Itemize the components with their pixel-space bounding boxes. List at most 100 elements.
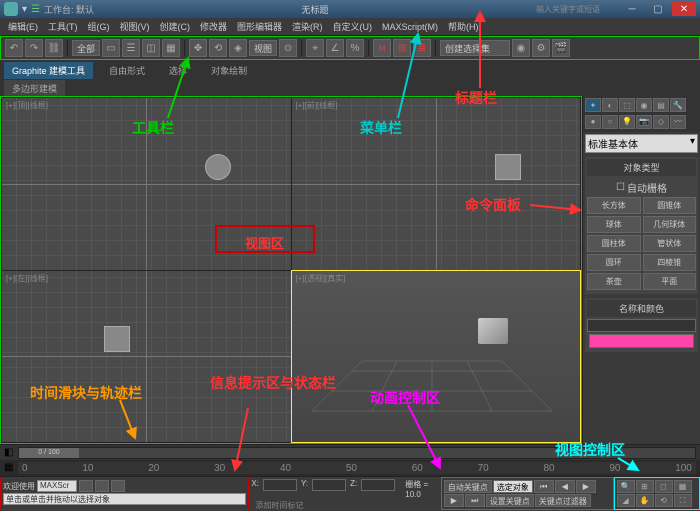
- mirror-icon[interactable]: ᴍ: [373, 39, 391, 57]
- coord-z-input[interactable]: [361, 479, 395, 491]
- viewport-front[interactable]: [+][前][线框]: [292, 98, 581, 270]
- vp-left-label[interactable]: [+][左][线框]: [6, 273, 48, 284]
- menu-view[interactable]: 视图(V): [116, 20, 154, 33]
- menu-render[interactable]: 渲染(R): [288, 20, 327, 33]
- maximize-button[interactable]: ▢: [646, 2, 670, 16]
- cmdtab-motion-icon[interactable]: ◉: [636, 98, 652, 112]
- tab-objectpaint[interactable]: 对象绘制: [203, 62, 255, 79]
- object-teapot[interactable]: [478, 318, 508, 344]
- btn-cylinder[interactable]: 圆柱体: [587, 235, 641, 252]
- btn-geosphere[interactable]: 几何球体: [643, 216, 697, 233]
- object-teapot[interactable]: [104, 326, 130, 352]
- ribbon-polymodel[interactable]: 多边形建模: [4, 80, 65, 97]
- cmdtab-utilities-icon[interactable]: 🔧: [670, 98, 686, 112]
- maximize-vp-icon[interactable]: ⛶: [674, 494, 692, 507]
- align-icon[interactable]: ⊞: [393, 39, 411, 57]
- cmdtab-display-icon[interactable]: ▤: [653, 98, 669, 112]
- subtab-spacewarps-icon[interactable]: 〰: [670, 115, 686, 129]
- select-region-icon[interactable]: ◫: [142, 39, 160, 57]
- subtab-helpers-icon[interactable]: ◇: [653, 115, 669, 129]
- object-name-input[interactable]: [587, 319, 696, 332]
- fov-icon[interactable]: ◢: [617, 494, 635, 507]
- coord-x-input[interactable]: [263, 479, 297, 491]
- goto-start-icon[interactable]: ⏮: [534, 480, 554, 493]
- selection-filter-dropdown[interactable]: 全部: [72, 40, 100, 56]
- minimize-button[interactable]: ─: [620, 2, 644, 16]
- zoom-icon[interactable]: 🔍: [617, 480, 635, 493]
- subtab-lights-icon[interactable]: 💡: [619, 115, 635, 129]
- window-crossing-icon[interactable]: ▦: [162, 39, 180, 57]
- rotate-icon[interactable]: ⟲: [209, 39, 227, 57]
- scale-icon[interactable]: ◈: [229, 39, 247, 57]
- cmdtab-hierarchy-icon[interactable]: ⬚: [619, 98, 635, 112]
- menu-modifiers[interactable]: 修改器: [196, 20, 231, 33]
- angle-snap-icon[interactable]: ∠: [326, 39, 344, 57]
- maxscript-mini[interactable]: MAXScr: [37, 480, 77, 492]
- object-teapot[interactable]: [495, 154, 521, 180]
- select-icon[interactable]: ▭: [102, 39, 120, 57]
- btn-box[interactable]: 长方体: [587, 197, 641, 214]
- menu-edit[interactable]: 编辑(E): [4, 20, 42, 33]
- viewport-top[interactable]: [+][顶][线框]: [2, 98, 291, 270]
- named-selection-dropdown[interactable]: 创建选择集: [440, 40, 510, 56]
- selected-dropdown[interactable]: 选定对象: [493, 480, 533, 493]
- layers-icon[interactable]: ≣: [413, 39, 431, 57]
- render-setup-icon[interactable]: ⚙: [532, 39, 550, 57]
- primitive-type-dropdown[interactable]: 标准基本体▾: [585, 134, 698, 153]
- redo-icon[interactable]: ↷: [25, 39, 43, 57]
- btn-sphere[interactable]: 球体: [587, 216, 641, 233]
- btn-teapot[interactable]: 茶壶: [587, 273, 641, 290]
- timetag-label[interactable]: 添加时间标记: [255, 500, 303, 511]
- autogrid-checkbox[interactable]: ☐自动栅格: [587, 178, 696, 197]
- timeconfig-icon[interactable]: ◧: [4, 447, 18, 459]
- namecolor-header[interactable]: 名称和颜色: [587, 300, 696, 317]
- goto-end-icon[interactable]: ⏭: [465, 494, 485, 507]
- refcoord-dropdown[interactable]: 视图: [249, 40, 277, 56]
- menu-help[interactable]: 帮助(H): [444, 20, 483, 33]
- trackbar-toggle-icon[interactable]: ▦: [4, 462, 18, 474]
- viewport-left[interactable]: [+][左][线框]: [2, 271, 291, 443]
- btn-pyramid[interactable]: 四棱锥: [643, 254, 697, 271]
- time-slider-handle[interactable]: 0 / 100: [19, 448, 79, 458]
- menu-customize[interactable]: 自定义(U): [329, 20, 377, 33]
- track-bar[interactable]: ▦ 0102030405060708090100: [0, 460, 700, 476]
- menu-tools[interactable]: 工具(T): [44, 20, 82, 33]
- app-menu-icon[interactable]: ▾: [22, 4, 27, 15]
- select-name-icon[interactable]: ☰: [122, 39, 140, 57]
- prev-frame-icon[interactable]: ◀: [555, 480, 575, 493]
- btn-torus[interactable]: 圆环: [587, 254, 641, 271]
- percent-snap-icon[interactable]: %: [346, 39, 364, 57]
- macro-rec-icon[interactable]: [79, 480, 93, 492]
- menu-maxscript[interactable]: MAXScript(M): [378, 22, 442, 32]
- zoom-extents-icon[interactable]: ◻: [655, 480, 673, 493]
- close-button[interactable]: ✕: [672, 2, 696, 16]
- time-slider-track[interactable]: 0 / 100: [18, 447, 696, 459]
- snap-icon[interactable]: ⌖: [306, 39, 324, 57]
- object-teapot[interactable]: [205, 154, 231, 180]
- tab-selection[interactable]: 选择: [161, 62, 195, 79]
- menu-group[interactable]: 组(G): [84, 20, 114, 33]
- btn-tube[interactable]: 管状体: [643, 235, 697, 252]
- render-icon[interactable]: 🎬: [552, 39, 570, 57]
- btn-plane[interactable]: 平面: [643, 273, 697, 290]
- subtab-cameras-icon[interactable]: 📷: [636, 115, 652, 129]
- undo-icon[interactable]: ↶: [5, 39, 23, 57]
- move-icon[interactable]: ✥: [189, 39, 207, 57]
- play-icon[interactable]: ▶: [576, 480, 596, 493]
- vp-front-label[interactable]: [+][前][线框]: [296, 100, 338, 111]
- next-frame-icon[interactable]: ▶: [444, 494, 464, 507]
- menu-create[interactable]: 创建(C): [156, 20, 195, 33]
- autokey-button[interactable]: 自动关键点: [444, 480, 492, 493]
- tab-graphite[interactable]: Graphite 建模工具: [4, 62, 93, 79]
- zoom-all-icon[interactable]: ⊞: [636, 480, 654, 493]
- cmdtab-create-icon[interactable]: ✦: [585, 98, 601, 112]
- link-icon[interactable]: ⛓: [45, 39, 63, 57]
- viewport-perspective[interactable]: [+][透视][真实]: [292, 271, 581, 443]
- pivot-icon[interactable]: ⊙: [279, 39, 297, 57]
- zoom-extents-all-icon[interactable]: ▦: [674, 480, 692, 493]
- menu-grapheditor[interactable]: 图形编辑器: [233, 20, 286, 33]
- subtab-shapes-icon[interactable]: ○: [602, 115, 618, 129]
- listener-icon[interactable]: [95, 480, 109, 492]
- object-color-swatch[interactable]: [589, 334, 694, 348]
- lock-icon[interactable]: [111, 480, 125, 492]
